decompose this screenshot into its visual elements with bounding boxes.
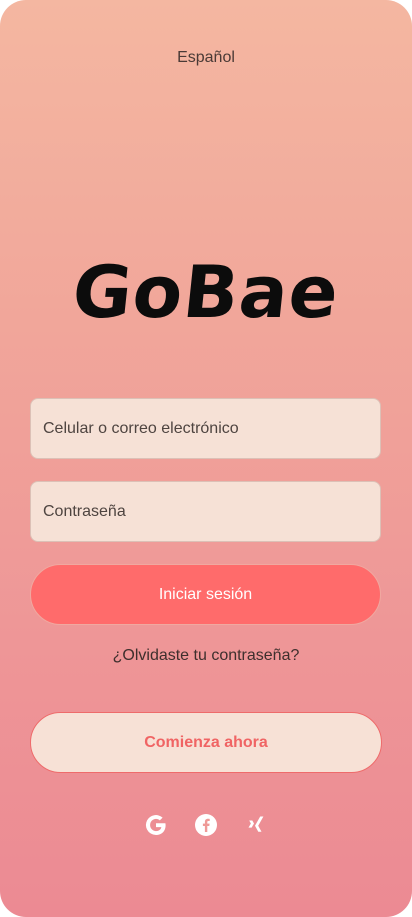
social-login-row <box>0 812 412 838</box>
language-selector[interactable]: Español <box>0 49 412 67</box>
password-input[interactable] <box>30 481 381 542</box>
xing-icon[interactable] <box>243 812 269 838</box>
facebook-icon[interactable] <box>193 812 219 838</box>
signup-button[interactable]: Comienza ahora <box>30 712 382 773</box>
login-screen: Español GoBae Iniciar sesión ¿Olvidaste … <box>0 0 412 917</box>
username-input[interactable] <box>30 398 381 459</box>
google-icon[interactable] <box>143 812 169 838</box>
forgot-password-link[interactable]: ¿Olvidaste tu contraseña? <box>0 647 412 665</box>
login-button[interactable]: Iniciar sesión <box>30 564 381 625</box>
brand-logo: GoBae <box>68 250 344 334</box>
